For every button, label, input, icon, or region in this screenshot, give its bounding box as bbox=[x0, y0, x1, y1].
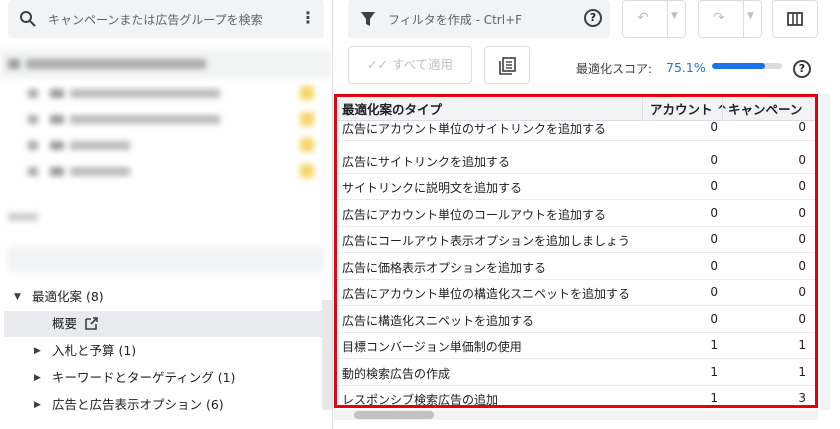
account-count-cell: 1 bbox=[710, 338, 718, 352]
tree-item-recommendations[interactable]: ▼ 最適化案 (8) bbox=[0, 284, 332, 310]
account-row[interactable] bbox=[0, 50, 332, 78]
tree-item-bids-budget[interactable]: ▶ 入札と予算 (1) bbox=[0, 338, 332, 364]
help-icon[interactable]: ? bbox=[793, 60, 811, 78]
table-row[interactable]: 広告にアカウント単位の構造化スニペットを追加する 0 0 bbox=[334, 279, 818, 306]
tree-item-label: 最適化案 (8) bbox=[32, 289, 104, 304]
more-options-icon[interactable]: ⋮ bbox=[300, 8, 316, 28]
caret-right-icon: ▶ bbox=[34, 400, 41, 410]
table-row[interactable]: 広告にコールアウト表示オプションを追加しましょう 0 0 bbox=[334, 226, 818, 253]
tree-item-label: 概要 bbox=[52, 316, 78, 331]
type-cell: 広告にサイトリンクを追加する bbox=[342, 154, 511, 169]
caret-right-icon: ▶ bbox=[34, 373, 41, 383]
score-bar-fill bbox=[712, 63, 765, 69]
campaign-count-cell: 0 bbox=[798, 311, 806, 326]
account-count-cell: 0 bbox=[710, 258, 718, 273]
campaign-row[interactable] bbox=[0, 80, 332, 106]
type-cell: 広告に構造化スニペットを追加する bbox=[342, 313, 535, 328]
blurred-input[interactable] bbox=[8, 246, 324, 272]
apply-all-button[interactable]: ✓✓ すべて適用 bbox=[348, 46, 472, 84]
account-count-cell: 0 bbox=[710, 232, 718, 246]
campaign-search-box[interactable]: キャンペーンまたは広告グループを検索 ⋮ bbox=[8, 0, 324, 38]
type-cell: 広告にコールアウト表示オプションを追加しましょう bbox=[342, 234, 631, 248]
filter-placeholder: フィルタを作成 - Ctrl+F bbox=[388, 13, 523, 27]
campaign-row[interactable] bbox=[0, 158, 332, 184]
account-count-cell: 1 bbox=[710, 391, 718, 405]
history-icon bbox=[499, 57, 516, 75]
campaign-count-cell: 0 bbox=[798, 179, 806, 193]
campaign-count-cell: 1 bbox=[798, 338, 806, 352]
table-row[interactable]: 広告にアカウント単位のコールアウトを追加する 0 0 bbox=[334, 200, 818, 227]
vertical-scrollbar[interactable] bbox=[820, 94, 830, 410]
section-label bbox=[8, 213, 38, 221]
campaign-count-cell: 0 bbox=[798, 285, 806, 299]
table-row[interactable]: 目標コンバージョン単価制の使用 1 1 bbox=[334, 332, 818, 359]
campaign-count-cell: 0 bbox=[798, 152, 806, 167]
apply-all-label: すべて適用 bbox=[391, 57, 454, 72]
left-panel: キャンペーンまたは広告グループを検索 ⋮ ▼ 最適化案 (8) 概要 ▶ 入札と… bbox=[0, 0, 333, 429]
campaign-count-cell: 1 bbox=[798, 364, 806, 379]
account-count-cell: 0 bbox=[710, 152, 718, 167]
tree-item-ads-extensions[interactable]: ▶ 広告と広告表示オプション (6) bbox=[0, 392, 332, 418]
tree-item-label: 広告と広告表示オプション (6) bbox=[52, 397, 224, 412]
table-row[interactable]: 広告に構造化スニペットを追加する 0 0 bbox=[334, 306, 818, 333]
account-count-cell: 1 bbox=[710, 364, 718, 379]
type-cell: サイトリンクに説明文を追加する bbox=[342, 181, 523, 195]
redo-icon: ↷ bbox=[713, 10, 725, 26]
campaign-count-cell: 0 bbox=[798, 258, 806, 273]
tree-item-keywords-targeting[interactable]: ▶ キーワードとターゲティング (1) bbox=[0, 365, 332, 391]
caret-right-icon: ▶ bbox=[34, 346, 41, 356]
undo-icon: ↶ bbox=[637, 10, 649, 26]
optimization-score-value: 75.1% bbox=[666, 60, 706, 75]
campaign-count-cell: 0 bbox=[798, 120, 806, 134]
table-row[interactable]: サイトリンクに説明文を追加する 0 0 bbox=[334, 173, 818, 200]
redo-button[interactable]: ↷ ▼ bbox=[698, 0, 762, 38]
account-count-cell: 0 bbox=[710, 285, 718, 299]
dropdown-arrow-icon: ▼ bbox=[747, 11, 754, 21]
table-row[interactable]: 広告に価格表示オプションを追加する 0 0 bbox=[334, 253, 818, 280]
check-icon: ✓✓ bbox=[366, 57, 388, 72]
table-row[interactable]: 広告にサイトリンクを追加する 0 0 bbox=[334, 147, 818, 174]
tree-item-label: 入札と予算 (1) bbox=[52, 343, 137, 358]
table-row[interactable]: 動的検索広告の作成 1 1 bbox=[334, 359, 818, 386]
caret-down-icon: ▼ bbox=[14, 292, 21, 302]
filter-box[interactable]: フィルタを作成 - Ctrl+F ? bbox=[348, 0, 610, 38]
table-row[interactable]: レスポンシブ検索広告の追加 1 3 bbox=[334, 385, 818, 408]
type-cell: 広告に価格表示オプションを追加する bbox=[342, 260, 547, 275]
type-cell: 広告にアカウント単位のコールアウトを追加する bbox=[342, 207, 607, 222]
campaign-count-cell: 3 bbox=[798, 391, 806, 405]
account-count-cell: 0 bbox=[710, 120, 718, 134]
campaign-count-cell: 0 bbox=[798, 232, 806, 246]
columns-button[interactable] bbox=[772, 0, 818, 38]
account-count-cell: 0 bbox=[710, 311, 718, 326]
type-cell: 目標コンバージョン単価制の使用 bbox=[342, 340, 522, 354]
search-placeholder: キャンペーンまたは広告グループを検索 bbox=[48, 13, 263, 27]
tree-item-overview[interactable]: 概要 bbox=[4, 311, 322, 337]
account-count-cell: 0 bbox=[710, 205, 718, 220]
help-icon[interactable]: ? bbox=[584, 9, 602, 27]
history-button[interactable] bbox=[484, 46, 530, 84]
campaign-row[interactable] bbox=[0, 132, 332, 158]
type-cell: 広告にアカウント単位のサイトリンクを追加する bbox=[342, 122, 607, 136]
account-count-cell: 0 bbox=[710, 179, 718, 193]
tree-item-label: キーワードとターゲティング (1) bbox=[52, 370, 236, 385]
undo-button[interactable]: ↶ ▼ bbox=[622, 0, 686, 38]
left-scrollbar[interactable] bbox=[322, 300, 332, 410]
columns-icon bbox=[787, 12, 803, 26]
open-in-new-icon[interactable] bbox=[84, 317, 98, 331]
recommendation-types-table: 最適化案のタイプ アカウント ^ キャンペーン 広告にアカウント単位のサイトリン… bbox=[334, 94, 818, 408]
filter-icon bbox=[361, 12, 375, 26]
search-icon bbox=[20, 11, 36, 27]
type-cell: 動的検索広告の作成 bbox=[342, 366, 451, 381]
campaign-count-cell: 0 bbox=[798, 205, 806, 220]
dropdown-arrow-icon: ▼ bbox=[671, 11, 678, 21]
campaign-row[interactable] bbox=[0, 106, 332, 132]
table-row[interactable]: 広告にアカウント単位のサイトリンクを追加する 0 0 bbox=[334, 114, 818, 141]
type-cell: レスポンシブ検索広告の追加 bbox=[342, 393, 499, 407]
optimization-score-bar bbox=[712, 63, 782, 69]
horizontal-scrollbar[interactable] bbox=[334, 410, 818, 420]
type-cell: 広告にアカウント単位の構造化スニペットを追加する bbox=[342, 287, 631, 301]
optimization-score-label: 最適化スコア: bbox=[576, 62, 653, 76]
